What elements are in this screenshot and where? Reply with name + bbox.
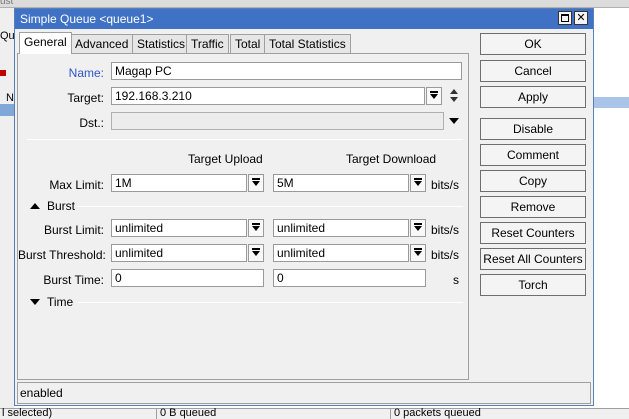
burst-limit-unit: bits/s [431,223,460,237]
chevron-down-icon [252,226,260,231]
background-remove-icon[interactable] [0,70,6,76]
burst-time-label: Burst Time: [43,273,104,287]
close-button[interactable]: ✕ [574,11,588,25]
apply-button[interactable]: Apply [480,86,586,108]
tab-total-statistics[interactable]: Total Statistics [264,34,351,53]
separator [78,206,463,207]
chevron-down-icon [252,251,260,256]
target-dropdown-button[interactable] [426,87,442,105]
target-label: Target: [67,91,104,105]
maximize-button[interactable] [558,11,572,25]
dst-dropdown-button[interactable] [448,115,460,127]
max-limit-upload-input[interactable]: 1M [111,174,247,192]
separator [78,302,463,303]
burst-threshold-unit: bits/s [431,248,460,262]
tab-general[interactable]: General [19,32,72,54]
chevron-down-icon [252,181,260,186]
burst-limit-download-dropdown[interactable] [410,219,426,237]
burst-threshold-download-dropdown[interactable] [410,244,426,262]
background-status-bar: l selected) 0 B queued 0 packets queued [0,407,629,419]
target-add-remove-stepper[interactable] [448,87,460,105]
expand-arrow-icon [30,299,40,305]
burst-time-unit: s [453,273,459,287]
tab-statistics[interactable]: Statistics [132,34,191,53]
dialog-status-bar: enabled [17,382,591,404]
burst-time-download-input[interactable]: 0 [273,269,426,287]
name-input[interactable]: Magap PC [111,62,462,80]
dialog-title: Simple Queue <queue1> [20,12,154,26]
remove-button[interactable]: Remove [480,196,586,218]
disable-button[interactable]: Disable [480,118,586,140]
background-selected-row[interactable] [0,104,14,116]
burst-limit-upload-dropdown[interactable] [248,219,264,237]
arrow-down-icon [450,97,458,102]
chevron-down-icon [414,181,422,186]
maximize-icon [561,14,569,22]
background-status-selected: l selected) [2,407,53,419]
tab-total[interactable]: Total [230,34,266,53]
time-section-label: Time [47,295,74,309]
status-divider [156,409,157,419]
target-input[interactable]: 192.168.3.210 [111,87,425,105]
burst-threshold-label: Burst Threshold: [18,248,106,262]
torch-button[interactable]: Torch [480,274,586,296]
tab-traffic[interactable]: Traffic [186,34,229,53]
name-label: Name: [68,66,104,80]
burst-threshold-download-input[interactable]: unlimited [273,244,409,262]
reset-counters-button[interactable]: Reset Counters [480,222,586,244]
background-window-titlebar: ust [0,0,629,8]
simple-queue-dialog: Simple Queue <queue1> ✕ General Advanced… [14,8,594,406]
comment-button[interactable]: Comment [480,144,586,166]
burst-limit-upload-input[interactable]: unlimited [111,219,247,237]
background-selected-row-right[interactable] [594,97,629,108]
dst-label: Dst.: [79,116,104,130]
dialog-titlebar[interactable]: Simple Queue <queue1> ✕ [15,9,593,29]
separator [27,139,463,140]
dst-input[interactable] [111,112,444,130]
background-window-left: Qu N [0,8,15,408]
tab-advanced[interactable]: Advanced [70,34,134,53]
max-limit-label: Max Limit: [49,178,104,192]
chevron-down-icon [430,94,438,99]
arrow-up-icon [450,89,458,94]
burst-threshold-upload-dropdown[interactable] [248,244,264,262]
close-icon: ✕ [576,12,586,24]
max-limit-download-input[interactable]: 5M [273,174,409,192]
burst-limit-download-input[interactable]: unlimited [273,219,409,237]
copy-button[interactable]: Copy [480,170,586,192]
ok-button[interactable]: OK [480,33,586,55]
target-download-header: Target Download [346,152,437,166]
chevron-down-icon [449,118,459,124]
general-panel: Name: Magap PC Target: 192.168.3.210 Dst… [17,53,469,380]
status-divider [390,409,391,419]
background-status-bytes: 0 B queued [160,407,217,419]
burst-section-label: Burst [47,199,76,213]
burst-limit-label: Burst Limit: [43,223,104,237]
max-limit-upload-dropdown[interactable] [248,174,264,192]
collapse-arrow-icon [30,203,40,209]
max-limit-download-dropdown[interactable] [410,174,426,192]
burst-time-upload-input[interactable]: 0 [111,269,264,287]
background-status-packets: 0 packets queued [394,407,481,419]
background-column-header[interactable]: N [6,92,14,104]
burst-threshold-upload-input[interactable]: unlimited [111,244,247,262]
cancel-button[interactable]: Cancel [480,60,586,82]
reset-all-counters-button[interactable]: Reset All Counters [480,248,586,270]
background-tab-fragment[interactable]: Qu [0,30,15,42]
max-limit-unit: bits/s [431,178,460,192]
chevron-down-icon [414,226,422,231]
target-upload-header: Target Upload [188,152,263,166]
background-title-fragment: ust [0,0,14,7]
chevron-down-icon [414,251,422,256]
